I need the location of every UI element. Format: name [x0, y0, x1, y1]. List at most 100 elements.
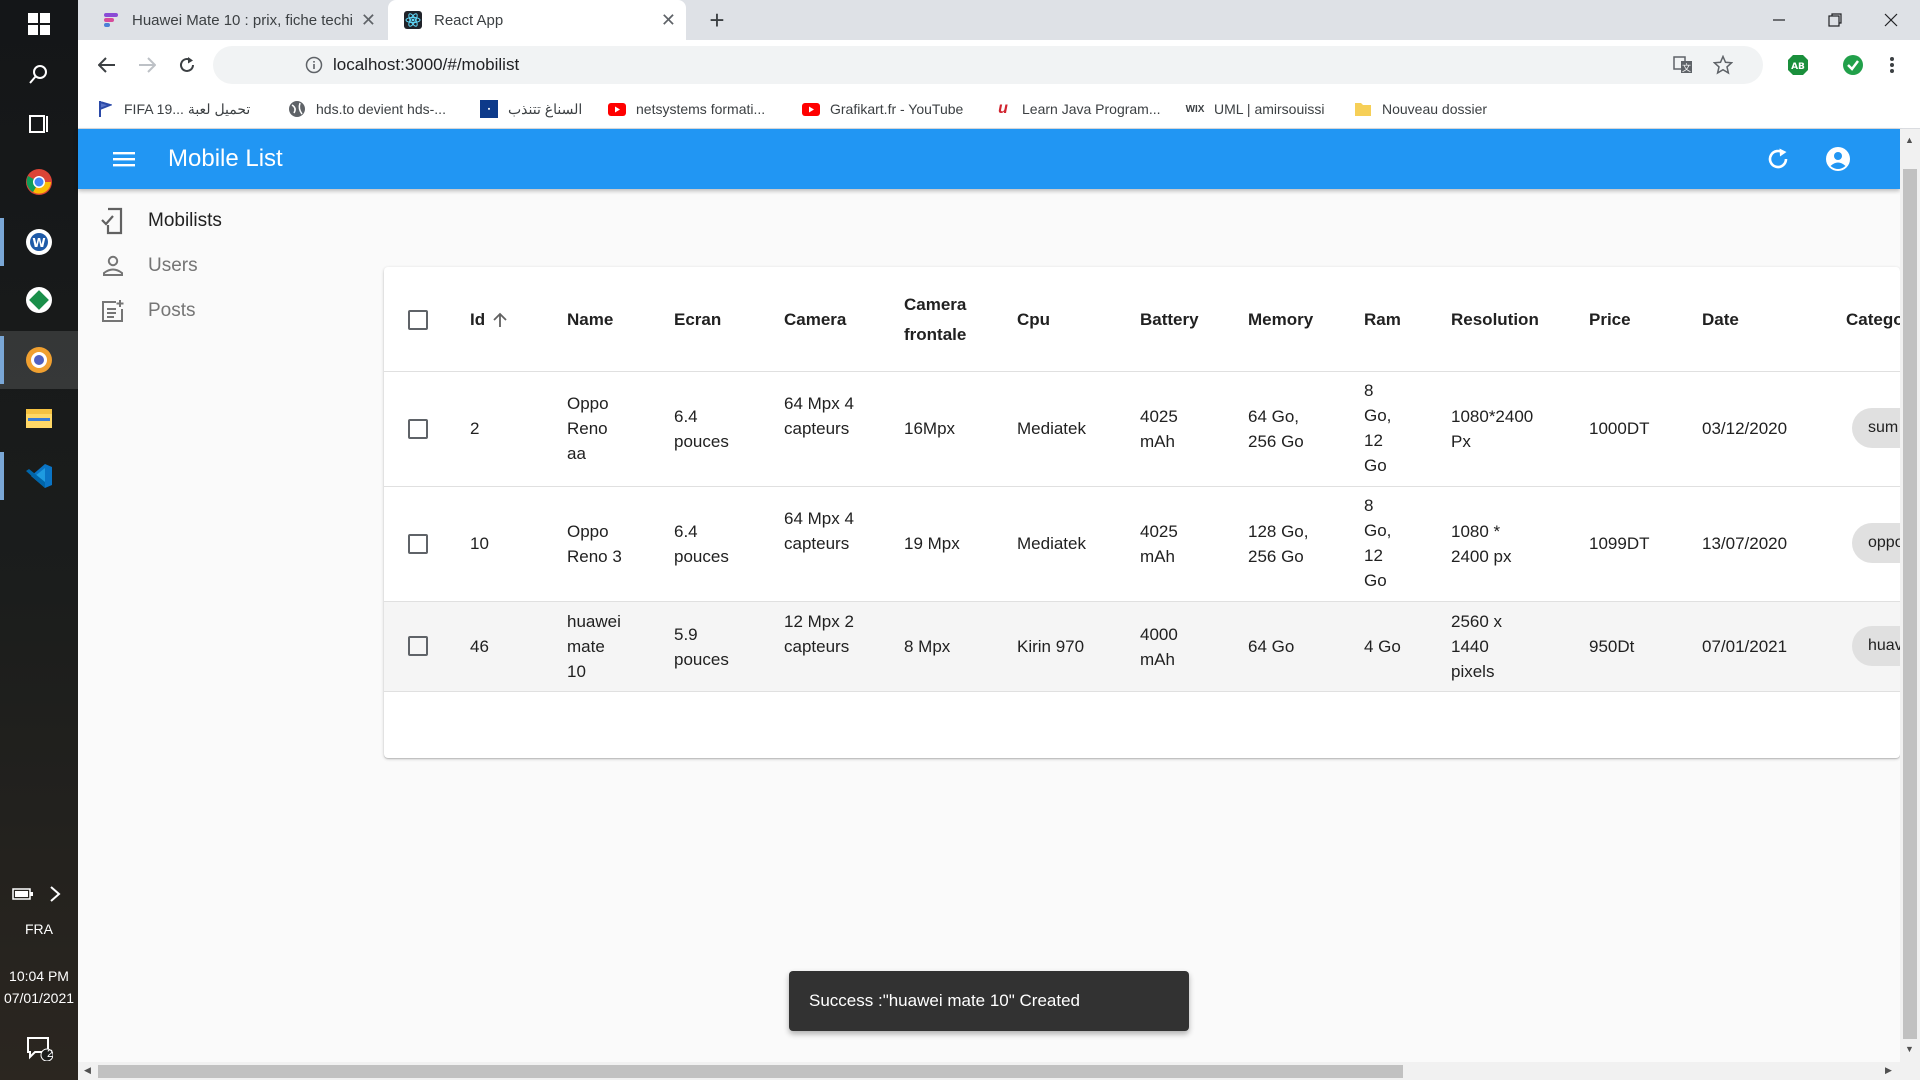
bookmark-item[interactable]: netsystems formati... — [608, 90, 765, 128]
sidebar-item-posts[interactable]: Posts — [100, 288, 196, 333]
vscode-icon[interactable] — [15, 452, 63, 500]
clock-date[interactable]: 07/01/2021 — [0, 990, 78, 1006]
row-checkbox[interactable] — [408, 534, 428, 554]
svg-text:W: W — [32, 236, 45, 250]
table-row[interactable]: 46 huawei mate 10 5.9 pouces 12 Mpx 2 ca… — [384, 602, 1900, 691]
scroll-left-arrow-icon[interactable]: ◀ — [84, 1065, 91, 1076]
new-tab-icon[interactable]: + — [700, 0, 734, 40]
column-header-camera[interactable]: Camera — [784, 305, 846, 335]
sidebar-item-mobilists[interactable]: Mobilists — [100, 198, 222, 243]
bookmarks-bar: FIFA 19... تحميل لعبة hds.to devient hds… — [78, 90, 1920, 129]
browser-tab-strip: Huawei Mate 10 : prix, fiche techi ✕ Rea… — [78, 0, 1920, 40]
chrome-app-icon[interactable] — [15, 158, 63, 206]
cell-resolution: 1080 * 2400 px — [1451, 522, 1512, 566]
udemy-icon: u — [998, 100, 1008, 117]
column-header-name[interactable]: Name — [567, 305, 613, 335]
vertical-scrollbar[interactable]: ▲ ▼ — [1900, 129, 1920, 1062]
cell-name: Oppo Reno aa — [567, 394, 609, 463]
close-tab-icon[interactable]: ✕ — [361, 10, 376, 30]
cell-camera-frontale: 19 Mpx — [904, 534, 960, 553]
bookmark-item[interactable]: u Learn Java Program... — [994, 90, 1160, 128]
app-icon-green[interactable] — [15, 276, 63, 324]
cell-ram: 4 Go — [1364, 637, 1401, 656]
scroll-down-arrow-icon[interactable]: ▼ — [1905, 1044, 1914, 1054]
tab-react-app[interactable]: React App ✕ — [388, 0, 686, 40]
table-row[interactable]: 2 Oppo Reno aa 6.4 pouces 64 Mpx 4 capte… — [384, 372, 1900, 486]
column-header-memory[interactable]: Memory — [1248, 305, 1313, 335]
column-header-category[interactable]: Catego — [1846, 305, 1900, 335]
address-bar[interactable]: localhost:3000/#/mobilist 文 — [213, 46, 1763, 84]
cell-ram: 8 Go, 12 Go — [1364, 381, 1392, 475]
cell-id: 46 — [470, 637, 489, 656]
column-header-camera-frontale[interactable]: Camera frontale — [904, 290, 984, 350]
phone-check-icon — [100, 207, 126, 234]
battery-icon[interactable] — [6, 870, 40, 918]
column-header-price[interactable]: Price — [1589, 305, 1631, 335]
sort-arrow-up-icon[interactable] — [493, 312, 507, 328]
bookmark-item[interactable]: FIFA 19... تحميل لعبة — [96, 90, 250, 128]
restore-icon[interactable] — [1807, 0, 1863, 40]
bookmark-item[interactable]: Grafikart.fr - YouTube — [802, 90, 963, 128]
back-icon[interactable] — [90, 48, 124, 82]
shield-extension-icon[interactable] — [1836, 48, 1870, 82]
scroll-up-arrow-icon[interactable]: ▲ — [1905, 135, 1914, 145]
category-chip[interactable]: oppo — [1852, 523, 1900, 563]
tab-huawei[interactable]: Huawei Mate 10 : prix, fiche techi ✕ — [78, 0, 386, 40]
column-header-ram[interactable]: Ram — [1364, 305, 1401, 335]
horizontal-scrollbar[interactable]: ◀ ▶ — [78, 1062, 1920, 1080]
refresh-icon[interactable] — [1765, 146, 1791, 177]
cell-id: 10 — [470, 534, 489, 553]
translate-icon[interactable]: 文 — [1673, 56, 1693, 79]
vertical-scroll-thumb[interactable] — [1903, 169, 1917, 1039]
scroll-right-arrow-icon[interactable]: ▶ — [1885, 1065, 1892, 1076]
input-language[interactable]: FRA — [0, 921, 78, 937]
cell-name: huawei mate 10 — [567, 612, 621, 681]
cell-camera: 64 Mpx 4 capteurs — [784, 509, 854, 553]
bookmark-item[interactable]: WIX UML | amirsouissi — [1186, 90, 1325, 128]
select-all-checkbox[interactable] — [408, 310, 428, 330]
cell-ram: 8 Go, 12 Go — [1364, 496, 1392, 590]
account-circle-icon[interactable] — [1825, 146, 1851, 177]
notifications-icon[interactable]: 2 — [15, 1024, 63, 1072]
reload-icon[interactable] — [170, 48, 204, 82]
site-info-icon[interactable] — [305, 56, 323, 79]
cell-battery: 4025 mAh — [1140, 407, 1178, 451]
cell-memory: 64 Go — [1248, 637, 1295, 656]
row-checkbox[interactable] — [408, 419, 428, 439]
task-view-icon[interactable] — [15, 100, 63, 148]
close-tab-icon[interactable]: ✕ — [661, 10, 676, 30]
column-header-battery[interactable]: Battery — [1140, 305, 1199, 335]
bookmark-item[interactable]: hds.to devient hds-... — [288, 90, 446, 128]
cell-date: 07/01/2021 — [1702, 637, 1788, 656]
column-header-ecran[interactable]: Ecran — [674, 305, 721, 335]
bookmark-item[interactable]: Nouveau dossier — [1354, 90, 1487, 128]
category-chip[interactable]: huav — [1852, 626, 1900, 666]
app-icon-blue[interactable]: W — [15, 218, 63, 266]
category-chip[interactable]: sum — [1852, 408, 1900, 448]
app-bar: Mobile List — [78, 129, 1900, 189]
column-header-id[interactable]: Id — [470, 305, 507, 335]
search-icon[interactable] — [15, 50, 63, 98]
horizontal-scroll-thumb[interactable] — [98, 1065, 1403, 1078]
column-header-date[interactable]: Date — [1702, 305, 1739, 335]
menu-icon[interactable] — [112, 147, 136, 176]
adblock-extension-icon[interactable]: AB — [1781, 48, 1815, 82]
chevron-right-icon[interactable] — [38, 870, 72, 918]
close-window-icon[interactable] — [1863, 0, 1919, 40]
menu-kebab-icon[interactable] — [1875, 48, 1909, 82]
column-header-cpu[interactable]: Cpu — [1017, 305, 1050, 335]
bookmark-star-icon[interactable] — [1712, 54, 1734, 80]
cell-price: 1099DT — [1589, 534, 1650, 553]
sidebar-item-users[interactable]: Users — [100, 243, 198, 288]
forward-icon[interactable] — [130, 48, 164, 82]
url-text[interactable]: localhost:3000/#/mobilist — [333, 46, 519, 84]
minimize-icon[interactable] — [1751, 0, 1807, 40]
windows-start-icon[interactable] — [15, 0, 63, 48]
bookmark-item[interactable]: ▪ السناغ تتنذب — [480, 90, 582, 128]
browser-app-icon[interactable] — [15, 336, 63, 384]
clock-time[interactable]: 10:04 PM — [0, 968, 78, 984]
table-row[interactable]: 10 Oppo Reno 3 6.4 pouces 64 Mpx 4 capte… — [384, 487, 1900, 601]
file-explorer-icon[interactable] — [15, 394, 63, 442]
row-checkbox[interactable] — [408, 636, 428, 656]
column-header-resolution[interactable]: Resolution — [1451, 305, 1539, 335]
